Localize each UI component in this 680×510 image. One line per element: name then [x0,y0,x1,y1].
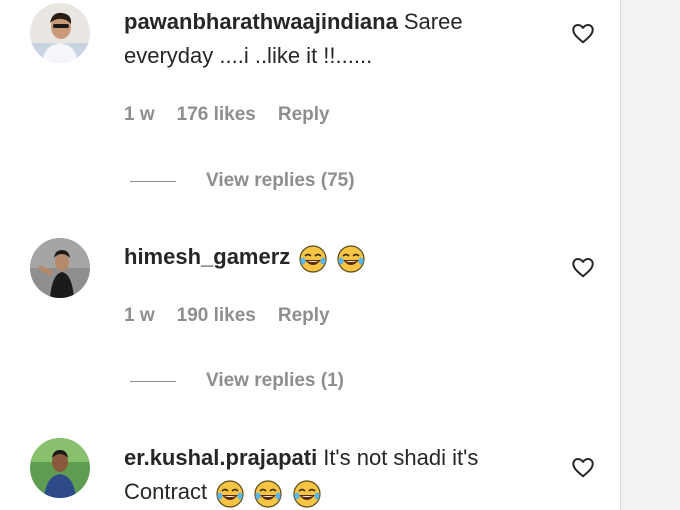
comment-time: 1 w [124,104,155,125]
replies-divider [130,380,176,382]
comment-likes[interactable]: 176 likes [177,104,256,126]
comment-likes[interactable]: 190 likes [177,305,256,327]
view-replies-button[interactable]: View replies (1) [130,370,344,392]
tears-of-joy-emoji [299,245,327,273]
comment-text: pawanbharathwaajindiana Saree everyday ..… [124,5,554,73]
comment-emojis [213,476,321,510]
replies-divider [130,180,176,182]
tears-of-joy-emoji [292,480,321,508]
comment-username[interactable]: er.kushal.prajapati [124,445,317,470]
comment-emojis [296,241,366,275]
comment-username[interactable]: pawanbharathwaajindiana [124,9,398,34]
heart-outline-icon[interactable] [570,20,596,46]
reply-button[interactable]: Reply [278,305,330,327]
heart-outline-icon[interactable] [570,454,596,480]
comment-text: er.kushal.prajapati It's not shadi it's C… [124,441,554,510]
comment-text: himesh_gamerz [124,240,554,275]
reply-button[interactable]: Reply [278,104,330,126]
view-replies-label: View replies (75) [206,170,355,191]
tears-of-joy-emoji [216,480,244,508]
view-replies-label: View replies (1) [206,370,344,391]
comment-meta: 1 w 190 likes Reply [124,305,330,327]
avatar[interactable] [30,438,90,498]
comment-username[interactable]: himesh_gamerz [124,244,290,269]
heart-outline-icon[interactable] [570,254,596,280]
comment-meta: 1 w 176 likes Reply [124,104,330,126]
avatar[interactable] [30,238,90,298]
comments-panel: pawanbharathwaajindiana Saree everyday ..… [0,0,621,510]
tears-of-joy-emoji [337,245,366,273]
view-replies-button[interactable]: View replies (75) [130,170,355,192]
comment-time: 1 w [124,305,155,326]
avatar[interactable] [30,3,90,63]
tears-of-joy-emoji [254,480,283,508]
